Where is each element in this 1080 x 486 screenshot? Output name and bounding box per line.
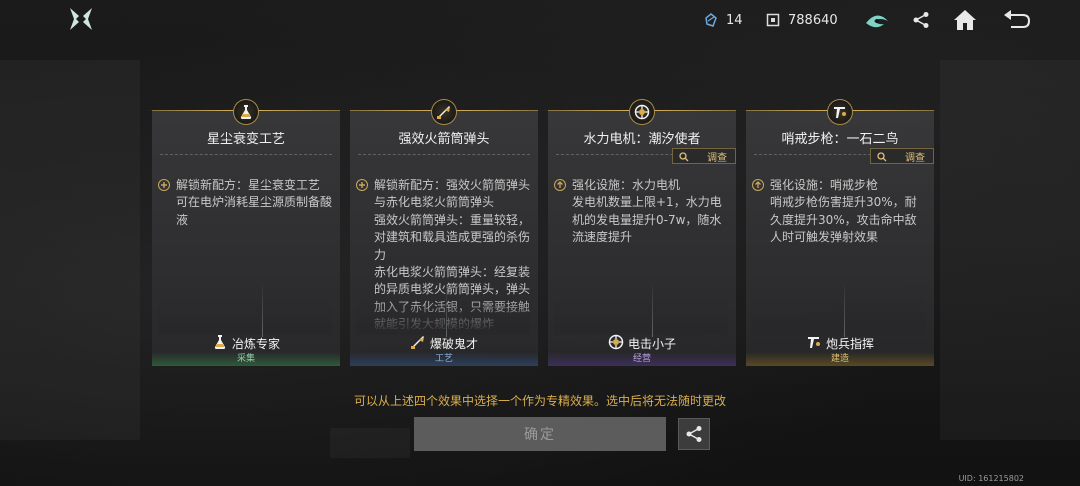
flask-icon (233, 99, 259, 125)
card-effect-text: 解锁新配方：强效火箭筒弹头与赤化电浆火箭筒弹头 强效火箭筒弹头：重量较轻，对建筑… (356, 177, 530, 335)
category-badge: 建造 (746, 352, 934, 366)
card-effect-text: 强化设施：水力电机 发电机数量上限+1，水力电机的发电量提升0-7w，随水流速度… (554, 177, 728, 335)
rifle-icon (806, 334, 822, 353)
specialization-card[interactable]: 水力电机：潮汐使者 调查强化设施：水力电机 发电机数量上限+1，水力电机的发电量提… (542, 99, 742, 366)
home-icon[interactable] (950, 6, 980, 34)
reward-title: 电击小子 (548, 333, 736, 353)
light-beam (262, 281, 263, 337)
investigate-label: 调查 (707, 152, 727, 164)
energy-crystal-icon (704, 13, 718, 27)
specialization-card[interactable]: 强效火箭筒弹头解锁新配方：强效火箭筒弹头与赤化电浆火箭筒弹头 强效火箭筒弹头：重… (344, 99, 544, 366)
background-panel (0, 60, 140, 440)
light-beam (844, 281, 845, 337)
plus-icon (158, 179, 170, 191)
specialization-card[interactable]: 哨戒步枪：一石二鸟 调查强化设施：哨戒步枪 哨戒步枪伤害提升30%，耐久度提升30… (740, 99, 940, 366)
share-icon[interactable] (906, 6, 936, 34)
card-divider (358, 154, 530, 155)
category-badge: 工艺 (350, 352, 538, 366)
back-icon[interactable] (1002, 6, 1032, 34)
effect-row: 强化设施：水力电机 发电机数量上限+1，水力电机的发电量提升0-7w，随水流速度… (554, 177, 728, 247)
card-effect-text: 解锁新配方：星尘衰变工艺 可在电炉消耗星尘源质制备酸液 (158, 177, 332, 335)
currency-amount: 788640 (788, 12, 838, 28)
faction-emblem-icon[interactable] (862, 6, 892, 34)
card-title: 强效火箭筒弹头 (398, 132, 490, 147)
reward-title-label: 爆破鬼才 (429, 336, 478, 351)
reward-title: 冶炼专家 (152, 333, 340, 353)
card-effect-text: 强化设施：哨戒步枪 哨戒步枪伤害提升30%，耐久度提升30%，攻击命中敌人时可触… (752, 177, 926, 335)
share-button[interactable] (678, 418, 710, 450)
card-title: 星尘衰变工艺 (206, 132, 285, 147)
card-title: 哨戒步枪：一石二鸟 (781, 132, 899, 147)
investigate-button[interactable]: 调查 (870, 148, 934, 164)
plus-icon (356, 179, 368, 191)
share-icon (686, 426, 702, 442)
category-badge: 经营 (548, 352, 736, 366)
effect-row: 解锁新配方：星尘衰变工艺 可在电炉消耗星尘源质制备酸液 (158, 177, 332, 229)
light-beam (652, 281, 653, 337)
reward-title-label: 炮兵指挥 (825, 336, 874, 351)
selection-hint: 可以从上述四个效果中选择一个作为专精效果。选中后将无法随时更改 (353, 394, 726, 408)
reward-title-label: 电击小子 (627, 336, 676, 351)
currency-icon (766, 13, 780, 27)
investigate-button[interactable]: 调查 (672, 148, 736, 164)
category-badge: 采集 (152, 352, 340, 366)
energy-counter: 14 (704, 10, 743, 30)
arrow-up-icon (752, 179, 764, 191)
text-fade (356, 295, 530, 335)
background-panel (940, 60, 1080, 440)
generator-icon (629, 99, 655, 125)
background-panel (330, 428, 410, 458)
reward-title: 炮兵指挥 (746, 333, 934, 353)
effect-row: 强化设施：哨戒步枪 哨戒步枪伤害提升30%，耐久度提升30%，攻击命中敌人时可触… (752, 177, 926, 247)
light-beam (446, 281, 447, 337)
user-id: UID: 161215802 (958, 474, 1024, 483)
confirm-button[interactable]: 确定 (414, 417, 666, 451)
reward-title-label: 冶炼专家 (231, 336, 280, 351)
rocket-icon (431, 99, 457, 125)
investigate-label: 调查 (905, 152, 925, 164)
rocket-icon (410, 334, 426, 353)
generator-icon (608, 334, 624, 353)
effect-description: 强化设施：哨戒步枪 哨戒步枪伤害提升30%，耐久度提升30%，攻击命中敌人时可触… (770, 178, 917, 245)
game-logo-icon (68, 6, 94, 32)
energy-count: 14 (726, 12, 743, 28)
card-divider (160, 154, 332, 155)
effect-description: 解锁新配方：星尘衰变工艺 可在电炉消耗星尘源质制备酸液 (176, 178, 332, 227)
text-fade (752, 295, 926, 335)
reward-title: 爆破鬼才 (350, 333, 538, 353)
top-bar: 14 788640 (0, 0, 1080, 40)
specialization-card[interactable]: 星尘衰变工艺解锁新配方：星尘衰变工艺 可在电炉消耗星尘源质制备酸液冶炼专家 采集 (146, 99, 346, 366)
text-fade (554, 295, 728, 335)
arrow-up-icon (554, 179, 566, 191)
currency-counter: 788640 (766, 10, 838, 30)
rifle-icon (827, 99, 853, 125)
flask-icon (212, 334, 228, 353)
effect-description: 强化设施：水力电机 发电机数量上限+1，水力电机的发电量提升0-7w，随水流速度… (572, 178, 722, 245)
text-fade (158, 295, 332, 335)
card-title: 水力电机：潮汐使者 (583, 132, 701, 147)
